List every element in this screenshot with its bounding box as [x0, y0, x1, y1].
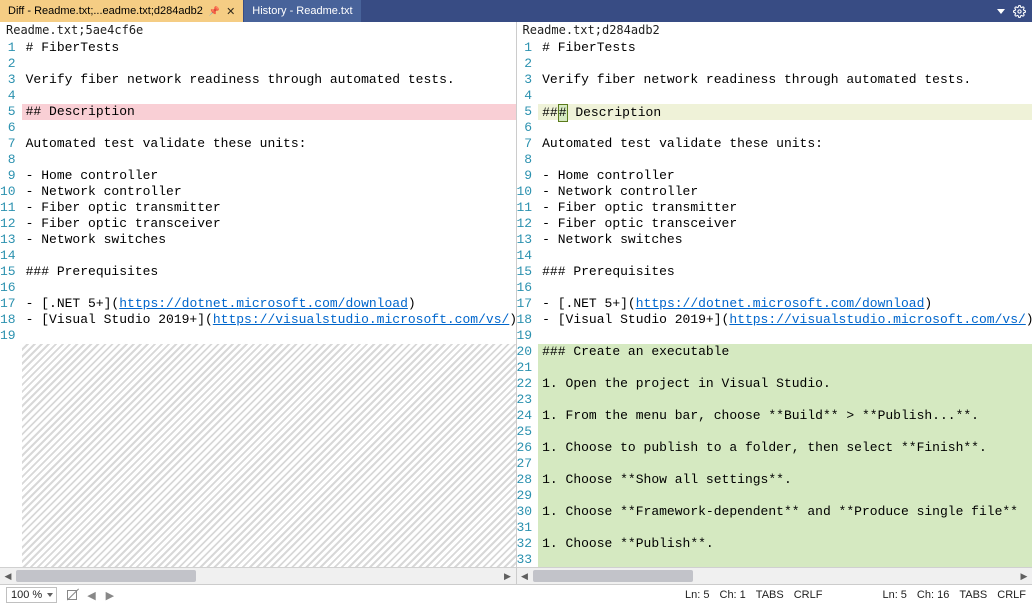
code-line: - Network switches — [538, 232, 1032, 248]
code-line — [538, 280, 1032, 296]
status-indent[interactable]: TABS — [756, 589, 784, 601]
code-line: ### Prerequisites — [22, 264, 516, 280]
code-line-modified: ### Description — [538, 104, 1032, 120]
status-ch[interactable]: Ch: 1 — [720, 589, 746, 601]
link[interactable]: https://visualstudio.microsoft.com/vs/ — [729, 312, 1025, 327]
right-hscroll[interactable]: ◀ ▶ — [517, 567, 1032, 584]
code-line — [538, 56, 1032, 72]
code-line: - [Visual Studio 2019+](https://visualst… — [538, 312, 1032, 328]
tab-bar: Diff - Readme.txt;...eadme.txt;d284adb2 … — [0, 0, 1032, 22]
code-line — [22, 248, 516, 264]
code-line — [538, 88, 1032, 104]
code-line — [22, 120, 516, 136]
code-line: Automated test validate these units: — [22, 136, 516, 152]
scroll-right-icon[interactable]: ▶ — [500, 568, 516, 584]
code-line: # FiberTests — [22, 40, 516, 56]
code-line-inserted: 1. Choose **Show all settings**. — [538, 472, 1032, 488]
code-line-inserted — [538, 424, 1032, 440]
code-line-inserted: 1. Choose **Publish**. — [538, 536, 1032, 552]
code-line: ### Prerequisites — [538, 264, 1032, 280]
pin-icon[interactable]: 📌 — [209, 6, 220, 17]
code-line-inserted — [538, 488, 1032, 504]
right-header: Readme.txt;d284adb2 — [517, 22, 1032, 40]
code-line-inserted: ### Create an executable — [538, 344, 1032, 360]
left-hscroll[interactable]: ◀ ▶ — [0, 567, 516, 584]
tab-history-readme[interactable]: History - Readme.txt — [244, 0, 360, 22]
code-line — [538, 328, 1032, 344]
code-line-deleted: ## Description — [22, 104, 516, 120]
right-editor[interactable]: 1234 5678 9101112 13141516 17181920 2122… — [517, 40, 1032, 567]
code-line: - Network controller — [538, 184, 1032, 200]
code-line: # FiberTests — [538, 40, 1032, 56]
code-line: Verify fiber network readiness through a… — [538, 72, 1032, 88]
code-line: - Fiber optic transceiver — [22, 216, 516, 232]
no-issues-icon[interactable] — [67, 590, 77, 600]
tab-label: Diff - Readme.txt;...eadme.txt;d284adb2 — [8, 5, 203, 17]
code-line: Verify fiber network readiness through a… — [22, 72, 516, 88]
zoom-selector[interactable]: 100 % — [6, 587, 57, 603]
code-line — [22, 280, 516, 296]
left-editor[interactable]: 1234 5678 9101112 13141516 171819 # Fibe… — [0, 40, 516, 567]
scroll-right-icon[interactable]: ▶ — [1016, 568, 1032, 584]
code-line: - Fiber optic transmitter — [538, 200, 1032, 216]
window-options-icon[interactable] — [1013, 5, 1026, 18]
right-code[interactable]: # FiberTests Verify fiber network readin… — [538, 40, 1032, 567]
code-line: - Network switches — [22, 232, 516, 248]
code-line-inserted — [538, 520, 1032, 536]
tab-label: History - Readme.txt — [252, 5, 352, 17]
diff-panes: Readme.txt;5ae4cf6e 1234 5678 9101112 13… — [0, 22, 1032, 584]
status-bar: 100 % ◀▶ Ln: 5 Ch: 1 TABS CRLF Ln: 5 Ch:… — [0, 584, 1032, 605]
right-pane: Readme.txt;d284adb2 1234 5678 9101112 13… — [517, 22, 1032, 584]
code-line-inserted: 1. Choose to publish to a folder, then s… — [538, 440, 1032, 456]
left-gutter: 1234 5678 9101112 13141516 171819 — [0, 40, 22, 567]
code-line-inserted: 1. Choose **Framework-dependent** and **… — [538, 504, 1032, 520]
code-line: - Fiber optic transmitter — [22, 200, 516, 216]
code-line: - Home controller — [538, 168, 1032, 184]
code-line-inserted: 1. From the menu bar, choose **Build** >… — [538, 408, 1032, 424]
code-line-inserted — [538, 360, 1032, 376]
status-ch[interactable]: Ch: 16 — [917, 589, 949, 601]
link[interactable]: https://visualstudio.microsoft.com/vs/ — [213, 312, 509, 327]
code-line-inserted: 1. Open the project in Visual Studio. — [538, 376, 1032, 392]
code-line-inserted — [538, 552, 1032, 567]
code-line — [538, 248, 1032, 264]
hatched-noexist — [22, 344, 516, 567]
status-indent[interactable]: TABS — [959, 589, 987, 601]
zoom-label: 100 % — [11, 589, 42, 601]
scroll-thumb[interactable] — [533, 570, 693, 582]
left-pane: Readme.txt;5ae4cf6e 1234 5678 9101112 13… — [0, 22, 517, 584]
tab-diff-readme[interactable]: Diff - Readme.txt;...eadme.txt;d284adb2 … — [0, 0, 243, 22]
link[interactable]: https://dotnet.microsoft.com/download — [636, 296, 925, 311]
code-line — [538, 152, 1032, 168]
link[interactable]: https://dotnet.microsoft.com/download — [119, 296, 408, 311]
code-line: - Network controller — [22, 184, 516, 200]
code-line: - [.NET 5+](https://dotnet.microsoft.com… — [538, 296, 1032, 312]
code-line: Automated test validate these units: — [538, 136, 1032, 152]
left-code[interactable]: # FiberTests Verify fiber network readin… — [22, 40, 516, 567]
code-line-inserted — [538, 392, 1032, 408]
right-gutter: 1234 5678 9101112 13141516 17181920 2122… — [517, 40, 539, 567]
code-line: - Fiber optic transceiver — [538, 216, 1032, 232]
close-icon[interactable]: ✕ — [226, 5, 235, 18]
status-eol[interactable]: CRLF — [997, 589, 1026, 601]
tab-overflow-icon[interactable] — [997, 9, 1005, 14]
code-line — [22, 88, 516, 104]
code-line: - [Visual Studio 2019+](https://visualst… — [22, 312, 516, 328]
code-line: - [.NET 5+](https://dotnet.microsoft.com… — [22, 296, 516, 312]
scroll-left-icon[interactable]: ◀ — [517, 568, 533, 584]
scroll-left-icon[interactable]: ◀ — [0, 568, 16, 584]
scroll-thumb[interactable] — [16, 570, 196, 582]
code-line — [22, 152, 516, 168]
status-eol[interactable]: CRLF — [794, 589, 823, 601]
code-line — [22, 56, 516, 72]
left-header: Readme.txt;5ae4cf6e — [0, 22, 516, 40]
code-line: - Home controller — [22, 168, 516, 184]
code-line — [538, 120, 1032, 136]
status-ln[interactable]: Ln: 5 — [882, 589, 906, 601]
code-line-inserted — [538, 456, 1032, 472]
code-line — [22, 328, 516, 344]
status-ln[interactable]: Ln: 5 — [685, 589, 709, 601]
